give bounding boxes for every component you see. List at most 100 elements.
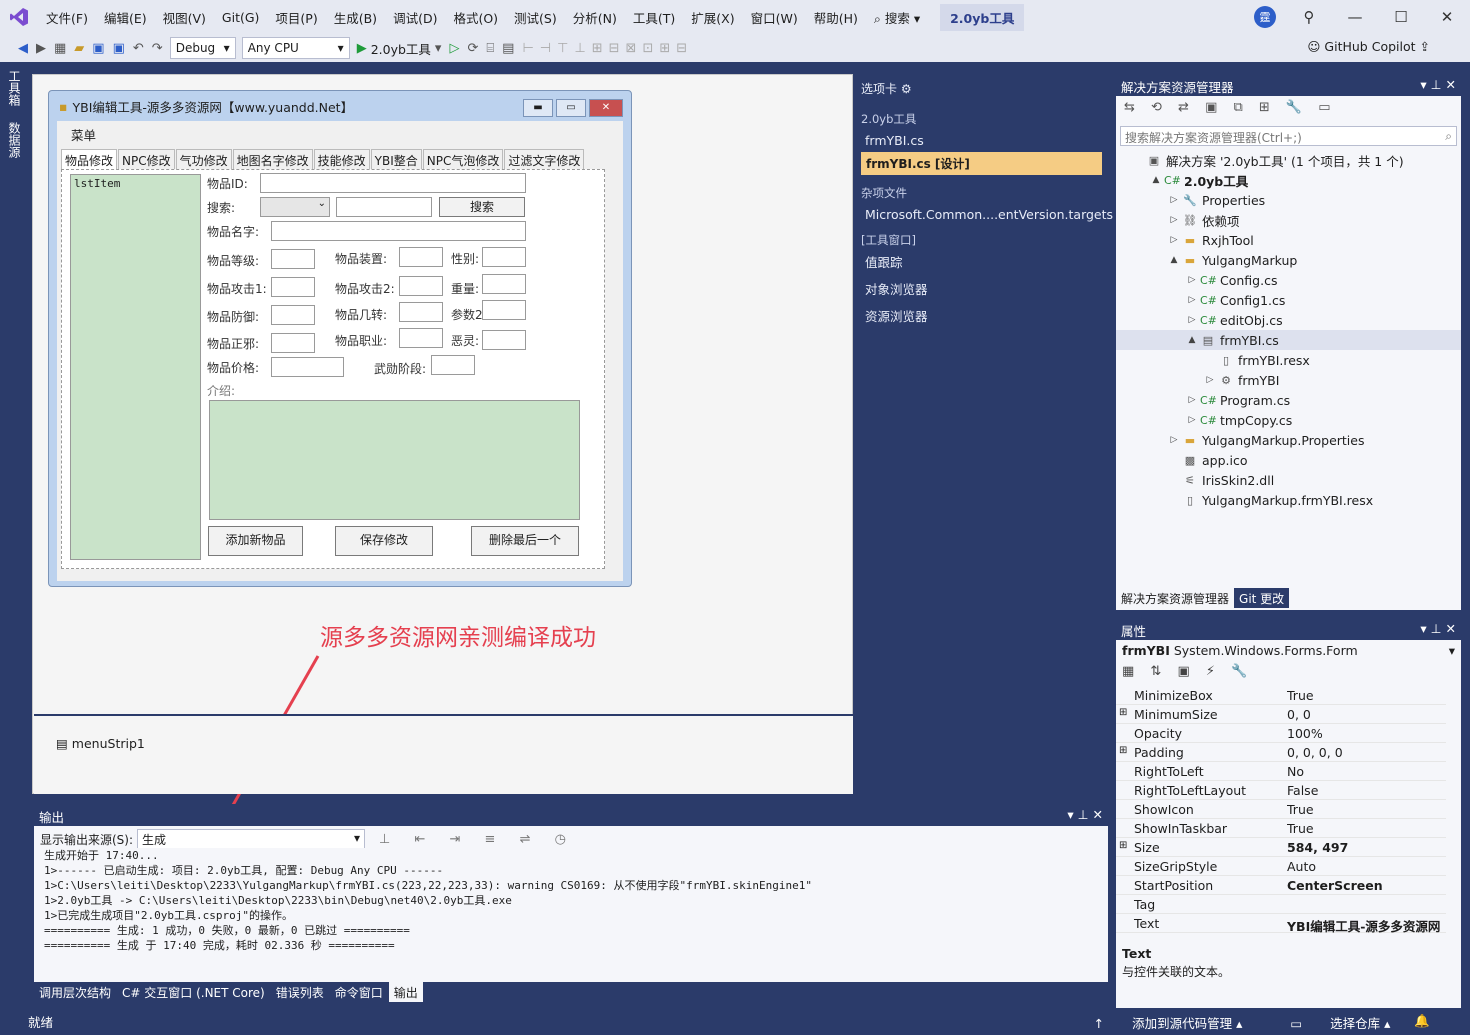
tab-error-list[interactable]: 错误列表	[270, 982, 329, 1002]
open-icon[interactable]: ▰	[74, 41, 84, 56]
tree-item[interactable]: ▷ C# Config.cs	[1116, 270, 1278, 290]
expand-icon[interactable]: ▷	[1166, 215, 1182, 225]
tree-item[interactable]: ▷ 🔧 Properties	[1116, 190, 1266, 210]
output-source-select[interactable]: 生成 ▾	[137, 829, 366, 849]
property-row[interactable]: SizeGripStyle Auto	[1116, 857, 1446, 876]
menustrip-component[interactable]: ▤ menuStrip1	[56, 736, 145, 751]
tree-item[interactable]: ▷ ⚙ frmYBI	[1116, 370, 1280, 390]
tab-solution-explorer[interactable]: 解决方案资源管理器	[1116, 588, 1235, 608]
toolbox-item-selected[interactable]: frmYBI.cs [设计]	[861, 152, 1102, 175]
menu-help[interactable]: 帮助(H)	[806, 8, 866, 27]
search-type-select[interactable]: ⌄	[260, 197, 330, 217]
panel-controls-icon[interactable]: ▾ ⊥ ✕	[1420, 77, 1456, 93]
property-value[interactable]: 100%	[1287, 726, 1445, 741]
tab-filter-text[interactable]: 过滤文字修改	[504, 149, 585, 171]
tab-npc-bubble[interactable]: NPC气泡修改	[422, 149, 504, 171]
panel-controls-icon[interactable]: ▾ ⊥ ✕	[1420, 621, 1456, 637]
tree-item[interactable]: ▲ ▤ frmYBI.cs	[1116, 330, 1461, 350]
tree-item[interactable]: ▷ ▬ RxjhTool	[1116, 230, 1254, 250]
platform-select[interactable]: Any CPU ▾	[241, 37, 350, 59]
maximize-icon[interactable]: ☐	[1378, 8, 1424, 26]
visual-studio-logo-icon[interactable]	[0, 0, 38, 34]
menu-file[interactable]: 文件(F)	[38, 8, 96, 27]
item-list[interactable]: lstItem	[70, 174, 201, 560]
collapse-icon[interactable]: ▲	[1166, 255, 1182, 265]
item-several-input[interactable]	[399, 302, 443, 322]
tab-git-changes[interactable]: Git 更改	[1234, 588, 1290, 608]
tree-item[interactable]: ▷ C# Program.cs	[1116, 390, 1291, 410]
solution-search-input[interactable]: 搜索解决方案资源管理器(Ctrl+;) ⌕	[1120, 126, 1457, 146]
expand-icon[interactable]: ▷	[1166, 235, 1182, 245]
tab-ybi-merge[interactable]: YBI整合	[370, 149, 422, 171]
notification-icon[interactable]: 🔔	[1414, 1013, 1430, 1032]
properties-toolbar-icons[interactable]: ▦ ⇅ ▣ ⚡ 🔧	[1116, 662, 1461, 686]
expand-icon[interactable]: ▷	[1166, 435, 1182, 445]
tab-npc-edit[interactable]: NPC修改	[118, 149, 175, 171]
expand-icon[interactable]: ▷	[1184, 275, 1200, 285]
expand-icon[interactable]: ▷	[1184, 415, 1200, 425]
item-defense-input[interactable]	[271, 305, 315, 325]
menu-project[interactable]: 项目(P)	[267, 8, 325, 27]
toolbox-item[interactable]: Microsoft.Common....entVersion.targets	[855, 203, 1113, 226]
item-equip-input[interactable]	[399, 247, 443, 267]
tree-item[interactable]: ▲ ▬ YulgangMarkup	[1116, 250, 1298, 270]
tree-item[interactable]: ▷ C# editObj.cs	[1116, 310, 1283, 330]
save-changes-button[interactable]: 保存修改	[335, 526, 433, 556]
item-price-input[interactable]	[271, 357, 344, 377]
property-row[interactable]: MinimizeBox True	[1116, 686, 1446, 705]
property-row[interactable]: Tag	[1116, 895, 1446, 914]
menu-window[interactable]: 窗口(W)	[743, 8, 806, 27]
new-project-icon[interactable]: ▦	[54, 41, 66, 56]
align-icons[interactable]: ⊢⊣⊤⊥⊞⊟⊠⊡⊞⊟	[522, 41, 693, 56]
layout-icon[interactable]: ▤	[502, 41, 514, 56]
expand-icon[interactable]: ⊞	[1119, 840, 1127, 851]
property-value[interactable]: True	[1287, 688, 1445, 703]
menu-build[interactable]: 生成(B)	[326, 8, 385, 27]
item-attack1-input[interactable]	[271, 277, 315, 297]
toolbox-item[interactable]: 值跟踪	[855, 250, 1108, 275]
property-row[interactable]: ⊞ MinimumSize 0, 0	[1116, 705, 1446, 724]
collapse-icon[interactable]: ▲	[1148, 175, 1164, 185]
tree-item[interactable]: ⚟ IrisSkin2.dll	[1116, 470, 1274, 490]
property-row[interactable]: ⊞ Size 584, 497	[1116, 838, 1446, 857]
expand-icon[interactable]: ▷	[1184, 315, 1200, 325]
search-button[interactable]: 搜索	[439, 197, 525, 217]
forward-icon[interactable]: ▶	[36, 41, 46, 56]
toolbox-item[interactable]: frmYBI.cs	[855, 129, 1108, 152]
solution-toolbar-icons[interactable]: ⇆ ⟲ ⇄ ▣ ⧉ ⊞ 🔧 ▭	[1116, 96, 1461, 122]
toolbox-item[interactable]: 对象浏览器	[855, 275, 1108, 302]
menu-view[interactable]: 视图(V)	[155, 8, 214, 27]
tree-item[interactable]: ▯ YulgangMarkup.frmYBI.resx	[1116, 490, 1373, 510]
hot-reload-icon[interactable]: ⟳	[467, 41, 478, 56]
collapse-icon[interactable]: ▲	[1184, 335, 1200, 345]
datasource-tab[interactable]: 数据源	[0, 114, 29, 166]
feedback-icon[interactable]: ⚲	[1286, 8, 1332, 26]
add-item-button[interactable]: 添加新物品	[208, 526, 303, 556]
tab-output[interactable]: 输出	[388, 982, 423, 1002]
property-row[interactable]: StartPosition CenterScreen	[1116, 876, 1446, 895]
item-good-evil-input[interactable]	[271, 333, 315, 353]
tree-item[interactable]: ▩ app.ico	[1116, 450, 1248, 470]
menu-analyze[interactable]: 分析(N)	[565, 8, 625, 27]
toolbox-item[interactable]: 资源浏览器	[855, 302, 1108, 329]
property-value[interactable]: Auto	[1287, 859, 1445, 874]
tab-csharp-interactive[interactable]: C# 交互窗口 (.NET Core)	[117, 982, 270, 1002]
toolbox-icon[interactable]: ⌸	[486, 41, 494, 56]
tab-item-edit[interactable]: 物品修改	[61, 149, 118, 171]
output-toolbar-icons[interactable]: ⊥ ⇤ ⇥ ≡ ⇌ ◷	[379, 832, 576, 847]
property-value[interactable]: True	[1287, 802, 1445, 817]
property-value[interactable]: False	[1287, 783, 1445, 798]
tree-item[interactable]: ▷ C# tmpCopy.cs	[1116, 410, 1293, 430]
menu-edit[interactable]: 编辑(E)	[96, 8, 155, 27]
run-target-label[interactable]: 2.0yb工具	[371, 39, 431, 58]
add-source-control-button[interactable]: ↑ 添加到源代码管理 ▴	[1070, 1013, 1243, 1032]
tab-command-window[interactable]: 命令窗口	[329, 982, 388, 1002]
item-job-input[interactable]	[399, 328, 443, 348]
expand-icon[interactable]: ⊞	[1119, 707, 1127, 718]
expand-icon[interactable]: ▷	[1184, 295, 1200, 305]
minimize-icon[interactable]: —	[1332, 8, 1378, 26]
menu-debug[interactable]: 调试(D)	[385, 8, 445, 27]
tab-qigong-edit[interactable]: 气功修改	[175, 149, 232, 171]
item-attack2-input[interactable]	[399, 276, 443, 296]
property-row[interactable]: Text YBI编辑工具-源多多资源网【	[1116, 914, 1446, 934]
